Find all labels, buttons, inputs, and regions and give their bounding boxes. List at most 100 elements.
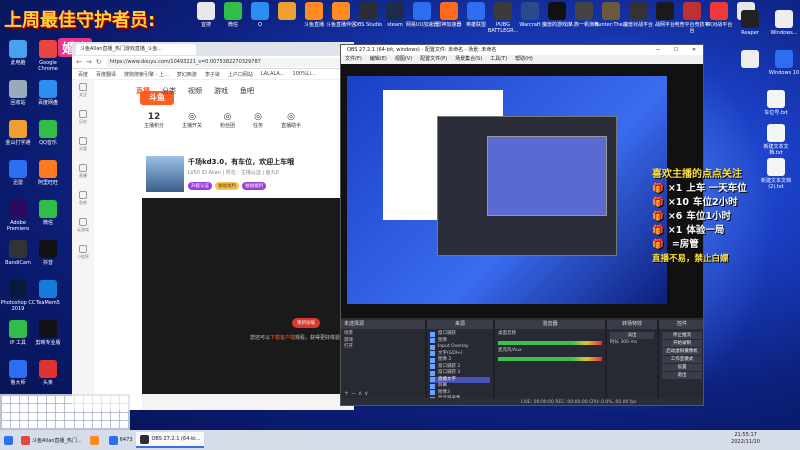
keyboard-key[interactable] bbox=[110, 420, 119, 428]
forward-icon[interactable]: → bbox=[86, 58, 92, 66]
keyboard-key[interactable] bbox=[65, 396, 74, 404]
keyboard-key[interactable] bbox=[20, 404, 29, 412]
keyboard-key[interactable] bbox=[11, 420, 20, 428]
bookmark-link[interactable]: 100%Li... bbox=[293, 71, 316, 77]
keyboard-key[interactable] bbox=[74, 420, 83, 428]
keyboard-key[interactable] bbox=[29, 412, 38, 420]
keyboard-key[interactable] bbox=[38, 412, 47, 420]
stat-item[interactable]: ◎ 粉丝团 bbox=[220, 112, 235, 190]
control-button[interactable]: 停止推流 bbox=[662, 332, 702, 339]
stat-item[interactable]: ◎ 主播开关 bbox=[182, 112, 202, 190]
taskbar-item[interactable]: OBS 27.2.1 (64-bi... bbox=[136, 432, 205, 448]
keyboard-key[interactable] bbox=[83, 412, 92, 420]
bookmark-link[interactable]: 搜狗搜索引擎 - 上... bbox=[124, 71, 169, 78]
site-nav-item[interactable]: 直播 bbox=[136, 86, 150, 96]
control-button[interactable]: 设置 bbox=[662, 364, 702, 371]
keyboard-key[interactable] bbox=[11, 396, 20, 404]
keyboard-key[interactable] bbox=[47, 396, 56, 404]
keyboard-key[interactable] bbox=[83, 404, 92, 412]
keyboard-key[interactable] bbox=[119, 412, 128, 420]
keyboard-key[interactable] bbox=[20, 396, 29, 404]
keyboard-key[interactable] bbox=[65, 420, 74, 428]
site-nav-item[interactable]: 视频 bbox=[188, 86, 202, 96]
desktop-icon[interactable]: 剪映专业版 bbox=[30, 320, 66, 346]
keyboard-key[interactable] bbox=[38, 404, 47, 412]
site-nav-item[interactable]: 分类 bbox=[162, 86, 176, 96]
control-button[interactable]: 开始录制 bbox=[662, 340, 702, 347]
desktop-icon[interactable]: TeaMem5 bbox=[30, 280, 66, 306]
keyboard-key[interactable] bbox=[38, 420, 47, 428]
keyboard-key[interactable] bbox=[74, 396, 83, 404]
start-icon[interactable] bbox=[0, 432, 17, 448]
keyboard-key[interactable] bbox=[20, 412, 29, 420]
obs-menu-item[interactable]: 编辑(E) bbox=[370, 55, 387, 64]
keyboard-key[interactable] bbox=[74, 412, 83, 420]
keyboard-key[interactable] bbox=[29, 404, 38, 412]
keyboard-key[interactable] bbox=[83, 420, 92, 428]
clock[interactable]: 21:55:17 2022/11/10 bbox=[731, 432, 760, 446]
desktop-icon[interactable]: 车位号.txt bbox=[758, 90, 794, 116]
keyboard-key[interactable] bbox=[20, 420, 29, 428]
keyboard-key[interactable] bbox=[29, 396, 38, 404]
volume-meter[interactable] bbox=[498, 340, 602, 345]
keyboard-key[interactable] bbox=[92, 412, 101, 420]
obs-menu-item[interactable]: 工具(T) bbox=[490, 55, 507, 64]
keyboard-key[interactable] bbox=[119, 396, 128, 404]
desktop-icon[interactable]: 抖音 bbox=[30, 240, 66, 266]
obs-menu-item[interactable]: 视图(V) bbox=[395, 55, 412, 64]
bookmark-link[interactable]: 百度 bbox=[78, 71, 88, 78]
desktop-icon[interactable]: 百度网盘 bbox=[30, 80, 66, 106]
keyboard-key[interactable] bbox=[65, 412, 74, 420]
site-nav-item[interactable]: 鱼吧 bbox=[240, 86, 254, 96]
keyboard-key[interactable] bbox=[56, 404, 65, 412]
minimize-icon[interactable]: — bbox=[649, 45, 667, 55]
room-thumbnail[interactable] bbox=[146, 156, 184, 192]
rail-item[interactable]: 鱼吧 bbox=[72, 191, 94, 215]
download-client-link[interactable]: 下载客户端 bbox=[270, 335, 295, 341]
keyboard-key[interactable] bbox=[83, 396, 92, 404]
keyboard-key[interactable] bbox=[47, 412, 56, 420]
keyboard-key[interactable] bbox=[29, 420, 38, 428]
reload-icon[interactable]: ↻ bbox=[96, 58, 102, 66]
control-button[interactable]: 退出 bbox=[662, 372, 702, 379]
rail-item[interactable]: 历史 bbox=[72, 110, 94, 134]
site-nav-item[interactable]: 游戏 bbox=[214, 86, 228, 96]
desktop-icon[interactable]: Windows... bbox=[766, 10, 800, 36]
keyboard-key[interactable] bbox=[11, 412, 20, 420]
bookmark-link[interactable]: 梦幻西游 bbox=[177, 71, 197, 78]
bookmark-link[interactable]: LALALA... bbox=[261, 71, 285, 77]
keyboard-key[interactable] bbox=[92, 396, 101, 404]
stat-item[interactable]: ◎ 任务 bbox=[253, 112, 263, 190]
keyboard-key[interactable] bbox=[56, 420, 65, 428]
maximize-icon[interactable]: ☐ bbox=[667, 45, 685, 55]
control-button[interactable]: 工作室模式 bbox=[662, 356, 702, 363]
rail-item[interactable]: 直播 bbox=[72, 164, 94, 188]
keyboard-key[interactable] bbox=[101, 396, 110, 404]
onscreen-keyboard[interactable] bbox=[0, 394, 130, 430]
obs-menu-item[interactable]: 配置文件(P) bbox=[420, 55, 447, 64]
duration-input[interactable]: 300 ms bbox=[620, 340, 637, 345]
keyboard-key[interactable] bbox=[38, 396, 47, 404]
keyboard-key[interactable] bbox=[2, 396, 11, 404]
keyboard-key[interactable] bbox=[110, 396, 119, 404]
desktop-icon[interactable]: Windows 10 bbox=[766, 50, 800, 76]
desktop-icon[interactable]: Reaper bbox=[732, 10, 768, 36]
room-tag[interactable]: 升级认证 bbox=[188, 182, 212, 190]
scene-item[interactable]: 打开 bbox=[344, 344, 422, 351]
back-icon[interactable]: ← bbox=[76, 58, 82, 66]
keyboard-key[interactable] bbox=[119, 404, 128, 412]
obs-preview[interactable] bbox=[341, 64, 703, 318]
browser-tab[interactable]: 斗鱼Allan直播_热门游戏直播_斗鱼... bbox=[76, 43, 196, 55]
keyboard-key[interactable] bbox=[56, 396, 65, 404]
bookmark-link[interactable]: 上户口网站 bbox=[228, 71, 253, 78]
keyboard-key[interactable] bbox=[65, 404, 74, 412]
bookmark-link[interactable]: 李子柒 bbox=[205, 71, 220, 78]
obs-menu-item[interactable]: 帮助(H) bbox=[515, 55, 533, 64]
desktop-icon[interactable] bbox=[732, 50, 768, 70]
taskbar-item[interactable]: 6473 bbox=[105, 432, 137, 448]
keyboard-key[interactable] bbox=[74, 404, 83, 412]
desktop-icon[interactable]: Google Chrome bbox=[30, 40, 66, 72]
desktop-icon[interactable]: 头条 bbox=[30, 360, 66, 386]
control-button[interactable]: 启动虚拟摄像机 bbox=[662, 348, 702, 355]
rail-item[interactable]: 关注 bbox=[72, 83, 94, 107]
